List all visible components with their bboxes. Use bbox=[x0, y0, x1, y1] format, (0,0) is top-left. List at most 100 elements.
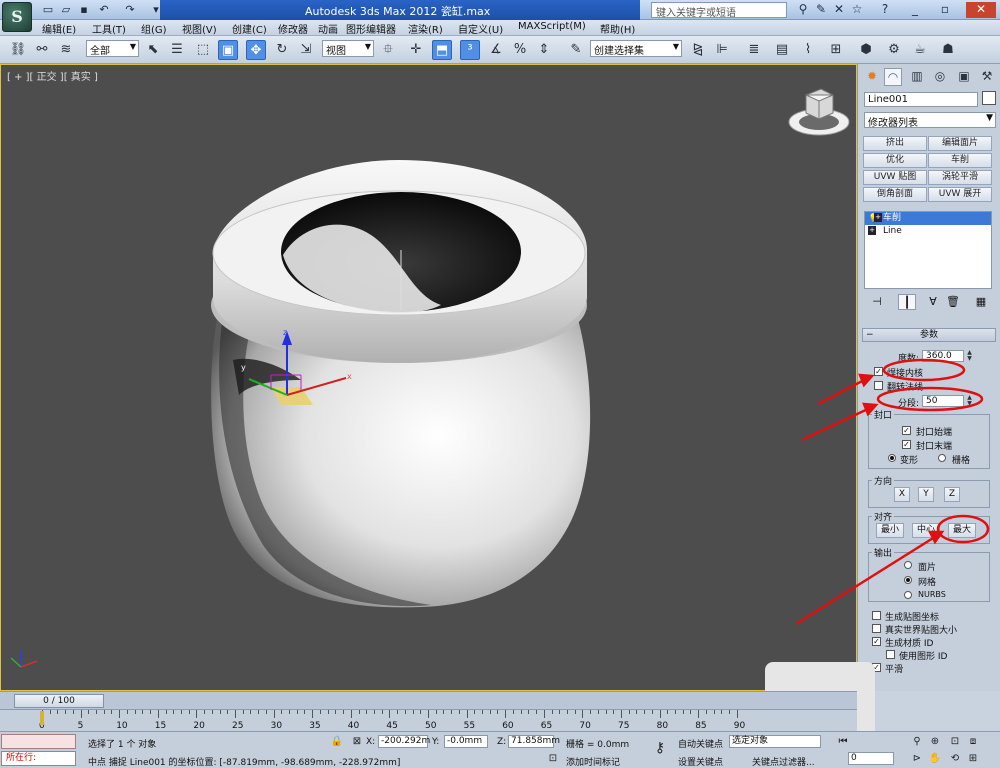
direction-y-button[interactable]: Y bbox=[918, 487, 934, 502]
rect-selection-icon[interactable]: ⬚ bbox=[193, 40, 213, 60]
perspective-viewport[interactable]: [ + ][ 正交 ][ 真实 ] z x y bbox=[0, 64, 857, 691]
show-end-result-icon[interactable]: ┃ bbox=[898, 294, 916, 310]
weld-core-checkbox[interactable]: ✓ bbox=[874, 367, 883, 376]
align-min-button[interactable]: 最小 bbox=[876, 523, 904, 538]
segments-spinner-arrows[interactable]: ▲ ▼ bbox=[966, 395, 973, 407]
help-icon[interactable]: ? bbox=[876, 2, 894, 18]
redo-icon[interactable]: ↷ bbox=[122, 2, 138, 18]
angle-snap-icon[interactable]: ∡ bbox=[486, 40, 506, 60]
menu-tools[interactable]: 工具(T) bbox=[92, 21, 126, 36]
maximize-viewport-icon[interactable]: ⊞ bbox=[966, 752, 980, 766]
unlink-icon[interactable]: ⚯ bbox=[32, 40, 52, 60]
align-max-button[interactable]: 最大 bbox=[948, 523, 976, 538]
app-logo-icon[interactable]: S bbox=[2, 2, 32, 32]
output-patch-radio[interactable] bbox=[904, 561, 912, 569]
subscription-icon[interactable]: ✎ bbox=[812, 2, 830, 18]
add-time-tag[interactable]: 添加时间标记 bbox=[566, 755, 620, 768]
remove-modifier-icon[interactable]: 🗑 bbox=[944, 294, 962, 310]
bind-space-warp-icon[interactable]: ≋ bbox=[56, 40, 76, 60]
menu-group[interactable]: 组(G) bbox=[141, 21, 167, 36]
select-rotate-icon[interactable]: ↻ bbox=[272, 40, 292, 60]
stack-item-line[interactable]: + Line bbox=[865, 225, 991, 238]
favorites-icon[interactable]: ☆ bbox=[848, 2, 866, 18]
parameters-rollout-header[interactable]: − 参数 bbox=[862, 328, 996, 342]
modifier-stack[interactable]: 💡+车削 +Line bbox=[864, 211, 992, 289]
time-tag-icon[interactable]: ⊡ bbox=[546, 752, 560, 766]
select-by-name-icon[interactable]: ☰ bbox=[167, 40, 187, 60]
optimize-button[interactable]: 优化 bbox=[863, 153, 927, 168]
select-scale-icon[interactable]: ⇲ bbox=[296, 40, 316, 60]
select-move-icon[interactable]: ✥ bbox=[246, 40, 266, 60]
reference-coordinate-dropdown[interactable]: 视图 ▼ bbox=[322, 40, 374, 57]
modifier-list-dropdown[interactable]: 修改器列表 ▼ bbox=[864, 112, 996, 129]
maxscript-line[interactable]: 所在行: bbox=[1, 751, 76, 766]
grid-radio[interactable] bbox=[938, 454, 946, 462]
track-bar[interactable]: 0 5 10 15 20 25 30 35 40 45 50 55 60 65 70 75 80 85 90 bbox=[0, 709, 857, 731]
minimize-icon[interactable]: _ bbox=[906, 2, 924, 18]
menu-maxscript[interactable]: MAXScript(M) bbox=[518, 21, 586, 32]
x-coordinate-field[interactable]: -200.292m bbox=[378, 735, 430, 748]
snaps-toggle-icon[interactable]: ³ bbox=[460, 40, 480, 60]
hierarchy-tab-icon[interactable]: ▥ bbox=[908, 68, 926, 86]
object-name-field[interactable]: Line001 bbox=[864, 92, 978, 107]
layer-manager-icon[interactable]: ≣ bbox=[744, 40, 764, 60]
undo-icon[interactable]: ↶ bbox=[96, 2, 112, 18]
menu-edit[interactable]: 编辑(E) bbox=[42, 21, 76, 36]
current-frame-field[interactable]: 0 bbox=[848, 752, 894, 765]
open-file-icon[interactable]: ▱ bbox=[58, 2, 74, 18]
rendered-frame-icon[interactable]: ☕ bbox=[910, 40, 930, 60]
save-file-icon[interactable]: ▪ bbox=[76, 2, 92, 18]
lock-selection-icon[interactable]: 🔒 bbox=[330, 735, 344, 749]
close-icon[interactable]: ✕ bbox=[966, 2, 996, 18]
select-object-icon[interactable]: ⬉ bbox=[143, 40, 163, 60]
zoom-extents-all-icon[interactable]: ⧈ bbox=[966, 735, 980, 749]
pivot-center-icon[interactable]: ⯐ bbox=[378, 40, 398, 60]
set-key-button[interactable]: 设置关键点 bbox=[678, 755, 723, 768]
zoom-icon[interactable]: ⚲ bbox=[910, 735, 924, 749]
lathe-button[interactable]: 车削 bbox=[928, 153, 992, 168]
window-crossing-icon[interactable]: ▣ bbox=[218, 40, 238, 60]
extrude-button[interactable]: 挤出 bbox=[863, 136, 927, 151]
mirror-icon[interactable]: ⧎ bbox=[688, 40, 708, 60]
key-icon[interactable]: ⚷ bbox=[650, 741, 670, 756]
segments-spinner[interactable]: 50 bbox=[922, 395, 964, 407]
use-shape-ids-checkbox[interactable] bbox=[886, 650, 895, 659]
menu-rendering[interactable]: 渲染(R) bbox=[408, 21, 443, 36]
gen-mat-ids-checkbox[interactable]: ✓ bbox=[872, 637, 881, 646]
menu-views[interactable]: 视图(V) bbox=[182, 21, 217, 36]
zoom-extents-icon[interactable]: ⊡ bbox=[948, 735, 962, 749]
make-unique-icon[interactable]: ∀ bbox=[924, 294, 942, 310]
edit-patch-button[interactable]: 编辑面片 bbox=[928, 136, 992, 151]
gen-map-coords-checkbox[interactable] bbox=[872, 611, 881, 620]
create-tab-icon[interactable]: ✹ bbox=[863, 68, 881, 86]
selection-filter-dropdown[interactable]: 全部 ▼ bbox=[86, 40, 139, 57]
keyboard-shortcut-icon[interactable]: ⬒ bbox=[432, 40, 452, 60]
morph-radio[interactable] bbox=[888, 454, 896, 462]
render-production-icon[interactable]: ☗ bbox=[938, 40, 958, 60]
new-file-icon[interactable]: ▭ bbox=[40, 2, 56, 18]
y-coordinate-field[interactable]: -0.0mm bbox=[444, 735, 488, 748]
output-nurbs-radio[interactable] bbox=[904, 591, 912, 599]
spinner-snap-icon[interactable]: ⇕ bbox=[534, 40, 554, 60]
field-of-view-icon[interactable]: ⊳ bbox=[910, 752, 924, 766]
cap-start-checkbox[interactable]: ✓ bbox=[902, 426, 911, 435]
motion-tab-icon[interactable]: ◎ bbox=[931, 68, 949, 86]
material-editor-icon[interactable]: ⬢ bbox=[856, 40, 876, 60]
stack-item-lathe[interactable]: 💡+车削 bbox=[865, 212, 991, 225]
maxscript-listener[interactable] bbox=[1, 734, 76, 749]
maximize-icon[interactable]: ▫ bbox=[936, 2, 954, 18]
select-manipulate-icon[interactable]: ✛ bbox=[406, 40, 426, 60]
configure-sets-icon[interactable]: ▦ bbox=[972, 294, 990, 310]
object-color-swatch[interactable] bbox=[982, 91, 996, 105]
menu-animation[interactable]: 动画 bbox=[318, 21, 338, 36]
help-search-input[interactable]: 键入关键字或短语 bbox=[651, 2, 787, 19]
key-filters-button[interactable]: 关键点过滤器... bbox=[752, 755, 815, 768]
edit-named-selection-icon[interactable]: ✎ bbox=[566, 40, 586, 60]
auto-key-button[interactable]: 自动关键点 bbox=[678, 737, 723, 750]
link-icon[interactable]: ⛓ bbox=[8, 40, 28, 60]
time-slider[interactable]: 0 / 100 bbox=[0, 691, 857, 709]
modify-tab-icon[interactable]: ◠ bbox=[884, 68, 902, 86]
align-icon[interactable]: ⊫ bbox=[712, 40, 732, 60]
align-center-button[interactable]: 中心 bbox=[912, 523, 940, 538]
current-frame-marker[interactable] bbox=[40, 711, 44, 725]
